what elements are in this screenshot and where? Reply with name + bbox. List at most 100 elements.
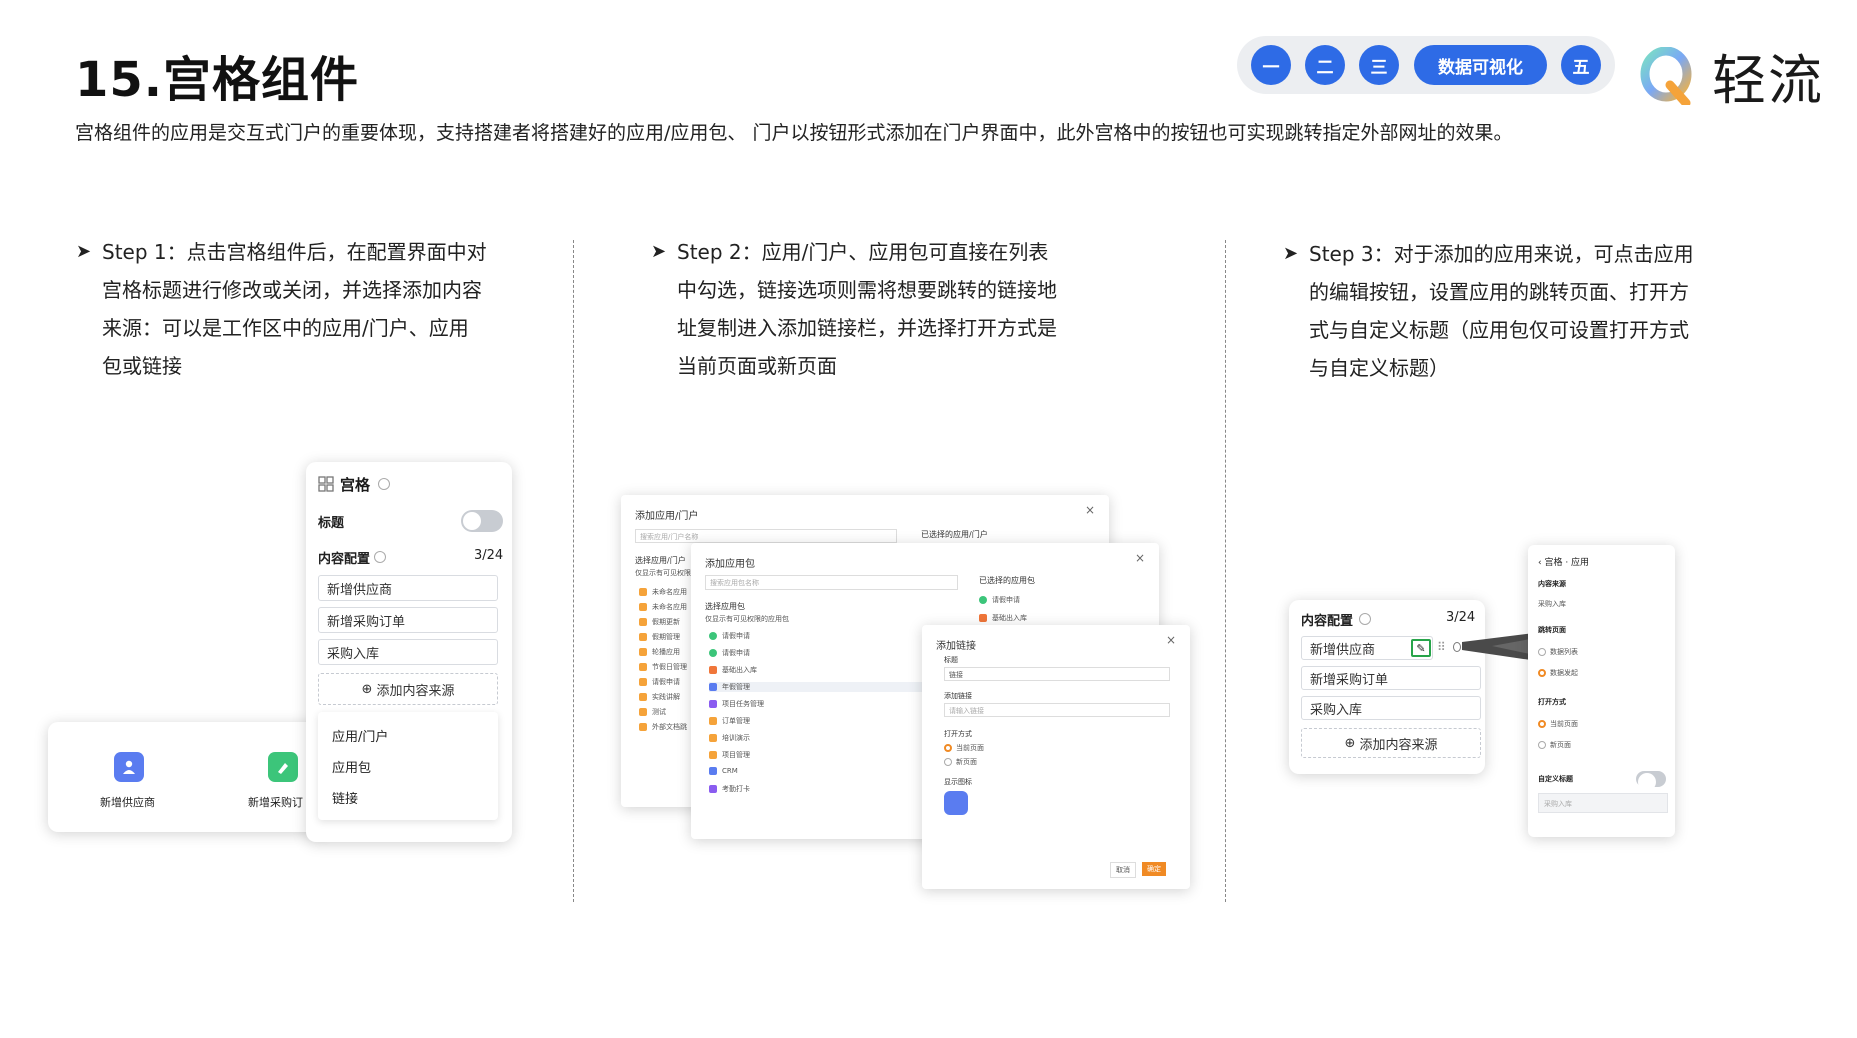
section-hint: 仅显示有可见权限的应用包 [705, 615, 789, 623]
brand-logo: 轻流 [1640, 36, 1824, 115]
list-item[interactable]: 节假日管理 [639, 662, 687, 672]
content-config-panel: 内容配置 3/24 新增供应商 ✎ ⠿ 新增采购订单 采购入库 ⊕ 添加内容来源 [1289, 600, 1485, 774]
list-item[interactable]: 实践讲解 [639, 692, 680, 702]
jump-option-create[interactable]: 数据发起 [1538, 668, 1578, 678]
content-config-label: 内容配置 [318, 552, 371, 567]
search-input[interactable]: 搜索应用/门户名称 [635, 529, 897, 543]
list-item[interactable]: 未命名应用 [639, 587, 687, 597]
menu-item-link[interactable]: 链接 [332, 788, 358, 807]
list-item[interactable]: 项目任务管理 [709, 699, 764, 709]
content-item[interactable]: 新增采购订单 [1301, 666, 1481, 690]
app-settings-side-panel: ‹ 宫格 · 应用 内容来源 采购入库 跳转页面 数据列表 数据发起 打开方式 … [1528, 545, 1675, 837]
step-1-text: ➤ Step 1：点击宫格组件后，在配置界面中对 宫格标题进行修改或关闭，并选择… [76, 233, 487, 385]
drag-handle-icon[interactable]: ⠿ [1437, 640, 1446, 654]
page-title: 15.宫格组件 [75, 52, 360, 108]
list-item[interactable]: 基础出入库 [709, 665, 757, 675]
panel-title: 宫格 [340, 476, 371, 494]
step-3-text: ➤ Step 3：对于添加的应用来说，可点击应用 的编辑按钮，设置应用的跳转页面… [1283, 235, 1694, 387]
nav-section-data-visualization[interactable]: 数据可视化 [1414, 45, 1547, 85]
selected-item[interactable]: 请假申请 [979, 595, 1020, 605]
cancel-button[interactable]: 取消 [1110, 862, 1136, 878]
link-url-input[interactable]: 请输入链接 [944, 703, 1170, 717]
open-option-new[interactable]: 新页面 [944, 757, 977, 767]
page-description: 宫格组件的应用是交互式门户的重要体现，支持搭建者将搭建好的应用/应用包、 门户以… [75, 122, 1513, 144]
menu-item-app-package[interactable]: 应用包 [332, 757, 371, 776]
custom-title-toggle[interactable] [1636, 771, 1666, 791]
nav-section-1[interactable]: 一 [1251, 45, 1291, 85]
content-item[interactable]: 新增采购订单 [318, 607, 498, 633]
close-icon[interactable]: × [1166, 633, 1176, 647]
list-item[interactable]: 假期管理 [639, 632, 680, 642]
help-icon[interactable] [378, 478, 390, 490]
jump-option-list[interactable]: 数据列表 [1538, 647, 1578, 657]
dialog-title: 添加应用包 [705, 559, 755, 570]
content-item[interactable]: 新增供应商 [318, 575, 498, 601]
source-value: 采购入库 [1538, 600, 1566, 608]
dialog-title: 添加链接 [936, 641, 976, 652]
link-title-input[interactable]: 链接 [944, 667, 1170, 681]
step-2-text: ➤ Step 2：应用/门户、应用包可直接在列表 中勾选，链接选项则需将想要跳转… [651, 233, 1057, 385]
list-item[interactable]: 假期更新 [639, 617, 680, 627]
arrow-right-icon: ➤ [651, 241, 667, 262]
dialog-title: 添加应用/门户 [635, 511, 699, 522]
add-content-source-button[interactable]: ⊕ 添加内容来源 [318, 673, 498, 705]
list-item[interactable]: CRM [709, 767, 738, 775]
plus-circle-icon: ⊕ [1344, 735, 1356, 751]
open-option-current[interactable]: 当前页面 [944, 743, 984, 753]
help-icon[interactable] [374, 551, 386, 563]
field-label: 内容来源 [1538, 580, 1566, 588]
close-icon[interactable]: × [1135, 551, 1145, 565]
section-title: 选择应用包 [705, 602, 745, 611]
column-divider [573, 240, 574, 902]
nav-section-2[interactable]: 二 [1305, 45, 1345, 85]
arrow-right-icon: ➤ [1283, 243, 1299, 264]
logo-text: 轻流 [1712, 49, 1824, 112]
menu-item-app-portal[interactable]: 应用/门户 [332, 726, 388, 745]
list-item[interactable]: 测试 [639, 707, 666, 717]
field-label: 显示图标 [944, 778, 972, 786]
purchase-order-app-icon[interactable] [268, 752, 298, 782]
content-item[interactable]: 采购入库 [1301, 696, 1481, 720]
list-item[interactable]: 考勤打卡 [709, 784, 750, 794]
title-toggle[interactable] [461, 510, 503, 532]
field-label: 标题 [944, 656, 958, 664]
close-icon[interactable]: × [1085, 503, 1095, 517]
delete-icon[interactable] [1453, 642, 1461, 652]
confirm-button[interactable]: 确定 [1142, 862, 1166, 876]
list-item[interactable]: 培训演示 [709, 733, 750, 743]
edit-icon[interactable]: ✎ [1411, 639, 1431, 657]
breadcrumb[interactable]: ‹ 宫格 · 应用 [1538, 555, 1589, 568]
list-item[interactable]: 订单管理 [709, 716, 750, 726]
search-input[interactable]: 搜索应用包名称 [705, 575, 958, 590]
selected-list-title: 已选择的应用/门户 [921, 530, 988, 539]
content-item[interactable]: 采购入库 [318, 639, 498, 665]
add-content-source-button[interactable]: ⊕ 添加内容来源 [1301, 728, 1481, 758]
nav-section-3[interactable]: 三 [1359, 45, 1399, 85]
field-label: 打开方式 [1538, 698, 1566, 706]
list-item[interactable]: 请假申请 [709, 631, 750, 641]
help-icon[interactable] [1359, 613, 1371, 625]
field-label: 跳转页面 [1538, 626, 1566, 634]
grid-config-panel: 宫格 标题 内容配置 3/24 新增供应商 新增采购订单 采购入库 ⊕ 添加内容来… [306, 462, 512, 842]
arrow-right-icon: ➤ [76, 241, 92, 262]
content-count: 3/24 [1446, 610, 1476, 625]
list-item[interactable]: 未命名应用 [639, 602, 687, 612]
list-item[interactable]: 外部文档跳 [639, 722, 687, 732]
supplier-app-icon[interactable] [114, 752, 144, 782]
list-item[interactable]: 请假申请 [709, 648, 750, 658]
open-option-new[interactable]: 新页面 [1538, 740, 1571, 750]
open-option-current[interactable]: 当前页面 [1538, 719, 1578, 729]
custom-title-input[interactable]: 采购入库 [1538, 793, 1668, 813]
list-item[interactable]: 年假管理 [709, 682, 939, 692]
link-icon-picker[interactable] [944, 791, 968, 815]
section-title: 选择应用/门户 [635, 556, 686, 565]
grid-icon [318, 476, 334, 492]
list-item[interactable]: 请假申请 [639, 677, 680, 687]
field-label: 打开方式 [944, 730, 972, 738]
selected-item[interactable]: 基础出入库 [979, 613, 1027, 623]
content-config-label: 内容配置 [1301, 614, 1354, 629]
list-item[interactable]: 轮播应用 [639, 647, 680, 657]
list-item[interactable]: 项目管理 [709, 750, 750, 760]
nav-section-5[interactable]: 五 [1561, 45, 1601, 85]
plus-circle-icon: ⊕ [361, 681, 373, 697]
